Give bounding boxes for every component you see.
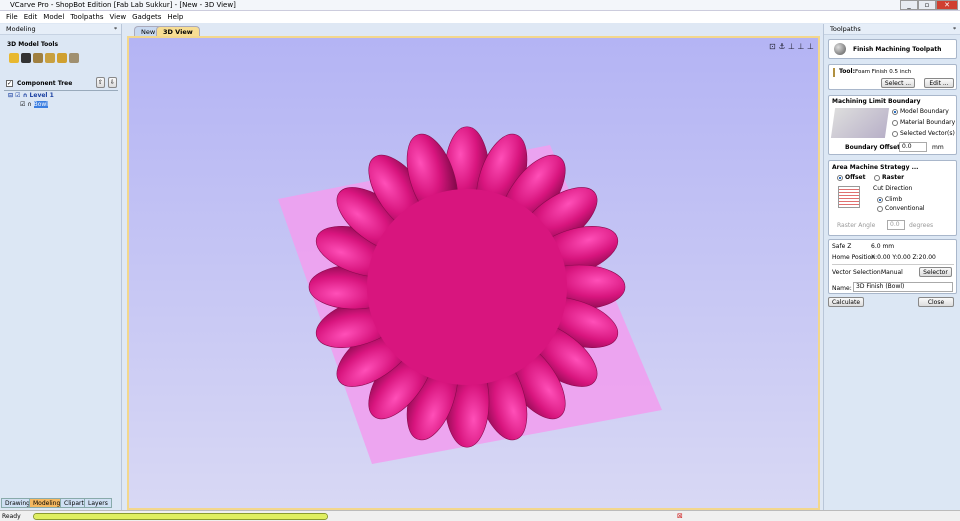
vector-selection-value: Manual	[881, 269, 903, 276]
boundary-title: Machining Limit Boundary	[832, 98, 921, 105]
vector-selection-label: Vector Selection:	[832, 269, 883, 276]
radio-material-boundary[interactable]: Material Boundary	[892, 119, 955, 126]
selector-button[interactable]: Selector ...	[919, 267, 952, 285]
arrow-icon[interactable]	[33, 53, 43, 63]
title-bar: VCarve Pro - ShopBot Edition [Fab Lab Su…	[0, 0, 960, 11]
maximize-button[interactable]: ▫	[918, 0, 936, 10]
safe-z-label: Safe Z	[832, 243, 852, 250]
minimize-button[interactable]: _	[900, 0, 918, 10]
strategy-title: Area Machine Strategy ...	[832, 164, 919, 171]
sphere-icon	[834, 43, 846, 55]
model-tools	[9, 53, 81, 65]
pin-icon[interactable]: ᵠ	[953, 24, 956, 35]
home-label: Home Position	[832, 254, 875, 261]
strategy-box: Area Machine Strategy ... Offset Raster …	[828, 160, 957, 236]
bowl-center	[367, 189, 567, 385]
offset-unit: mm	[932, 144, 944, 151]
pin-icon[interactable]: ᵠ	[114, 24, 117, 35]
radio-offset[interactable]: Offset	[837, 174, 865, 181]
calculate-button[interactable]: Calculate	[828, 297, 864, 307]
radio-model-boundary[interactable]: Model Boundary	[892, 108, 949, 115]
radio-conventional[interactable]: Conventional	[877, 205, 925, 212]
cut-direction-label: Cut Direction	[873, 185, 913, 192]
tree-title: Component Tree	[17, 80, 73, 87]
offset-label: Boundary Offset	[845, 144, 901, 151]
section-title: 3D Model Tools	[7, 41, 59, 48]
panel-title: Toolpaths	[830, 25, 861, 33]
tree-checkbox[interactable]: ✓	[6, 80, 13, 87]
raster-angle-input[interactable]: 0.0	[887, 220, 905, 230]
tool-icon	[833, 68, 835, 77]
menu-gadgets[interactable]: Gadgets	[132, 11, 161, 23]
menu-view[interactable]: View	[109, 11, 126, 23]
window-title: VCarve Pro - ShopBot Edition [Fab Lab Su…	[10, 1, 236, 9]
menu-help[interactable]: Help	[167, 11, 183, 23]
move-down-button[interactable]: ⇩	[108, 77, 117, 88]
tool-label: Tool:	[839, 68, 855, 75]
cancel-icon[interactable]: ⊠	[677, 512, 683, 520]
toolpaths-panel: Toolpaths ᵠ Finish Machining Toolpath Too…	[823, 24, 960, 510]
safe-z-value: 6.0 mm	[871, 243, 895, 250]
status-text: Ready	[2, 513, 21, 520]
close-button[interactable]: ✕	[936, 0, 958, 10]
menu-model[interactable]: Model	[43, 11, 64, 23]
edit-tool-button[interactable]: Edit ...	[924, 78, 954, 88]
modeling-panel: Modeling ᵠ 3D Model Tools ✓ Component Tre…	[0, 24, 122, 510]
model-scene	[278, 126, 662, 464]
radio-selected-vectors[interactable]: Selected Vector(s)	[892, 130, 955, 137]
eagle-image	[830, 108, 890, 138]
progress-fill	[34, 514, 327, 519]
panel-header: Modeling ᵠ	[0, 24, 121, 35]
menu-toolpaths[interactable]: Toolpaths	[70, 11, 103, 23]
menu-file[interactable]: File	[6, 11, 18, 23]
raster-angle-unit: degrees	[909, 222, 934, 229]
select-tool-button[interactable]: Select ...	[881, 78, 915, 88]
bell-icon[interactable]	[69, 53, 79, 63]
folder-icon[interactable]	[9, 53, 19, 63]
tree-item-level[interactable]: ⊟ ☑ ∩ Level 1	[8, 92, 54, 99]
3d-viewport[interactable]: ⊡ ⚓ ⊥ ⊥ ⊥	[127, 36, 820, 510]
tab-layers[interactable]: Layers	[84, 498, 112, 508]
name-input[interactable]: 3D Finish (Bowl)	[853, 282, 953, 292]
tab-modeling[interactable]: Modeling	[29, 498, 65, 508]
status-bar: Ready ⊠	[0, 510, 960, 521]
offset-input[interactable]: 0.0	[899, 142, 927, 152]
panel-header: Toolpaths ᵠ	[824, 24, 960, 35]
name-label: Name:	[832, 285, 852, 292]
menu-edit[interactable]: Edit	[24, 11, 38, 23]
progress-bar	[33, 513, 328, 520]
boundary-box: Machining Limit Boundary Model Boundary …	[828, 95, 957, 155]
raster-angle-label: Raster Angle	[837, 222, 876, 229]
tool-name: Foam Finish 0.5 inch	[855, 69, 912, 75]
toolpath-heading: Finish Machining Toolpath	[828, 39, 957, 59]
offset-pattern-icon	[838, 186, 860, 208]
radio-raster[interactable]: Raster	[874, 174, 904, 181]
radio-climb[interactable]: Climb	[877, 196, 902, 203]
panel-title: Modeling	[6, 25, 36, 33]
heading-text: Finish Machining Toolpath	[853, 46, 942, 53]
lock-icon[interactable]	[57, 53, 67, 63]
menu-bar: File Edit Model Toolpaths View Gadgets Help	[0, 11, 960, 23]
home-value: X:0.00 Y:0.00 Z:20.00	[871, 254, 936, 261]
texture-icon[interactable]	[45, 53, 55, 63]
tool-box: Tool: Foam Finish 0.5 inch Select ... Ed…	[828, 64, 957, 90]
close-panel-button[interactable]: Close	[918, 297, 954, 307]
move-up-button[interactable]: ⇧	[96, 77, 105, 88]
settings-box: Safe Z 6.0 mm Home Position X:0.00 Y:0.0…	[828, 239, 957, 294]
tree-item-bowl[interactable]: ☑ ∩ Bowl	[20, 101, 48, 108]
wrench-icon[interactable]	[21, 53, 31, 63]
